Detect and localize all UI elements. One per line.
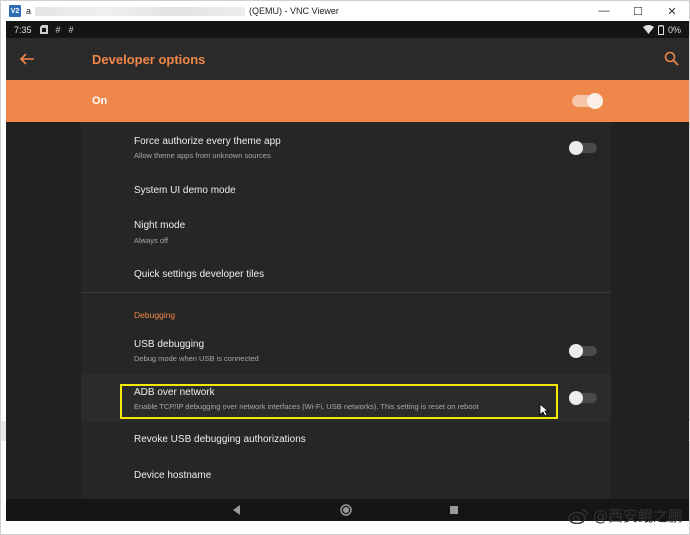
wifi-icon xyxy=(642,25,654,34)
mouse-cursor-icon xyxy=(539,403,549,417)
item-title: System UI demo mode xyxy=(134,185,236,196)
item-subtitle: Allow theme apps from unknown sources xyxy=(134,151,271,160)
list-item-night-mode[interactable]: Night mode Always off xyxy=(81,206,611,250)
battery-icon xyxy=(657,24,664,35)
sd-card-icon xyxy=(39,25,48,34)
minimize-button[interactable]: — xyxy=(587,1,621,21)
list-item-system-ui-demo[interactable]: System UI demo mode xyxy=(81,166,611,206)
window-titlebar: V2 a (QEMU) - VNC Viewer — ☐ ✕ xyxy=(1,1,689,21)
status-time: 7:35 xyxy=(14,24,32,35)
maximize-button[interactable]: ☐ xyxy=(621,1,655,21)
item-title: USB debugging xyxy=(134,339,205,350)
nav-back-icon[interactable] xyxy=(229,502,245,518)
battery-percent: 0% xyxy=(667,24,681,35)
annotation-highlight-box xyxy=(120,384,558,419)
toggle-thumb xyxy=(569,344,583,358)
watermark-text: @西安鲲之鹏 xyxy=(592,507,683,525)
window-title: (QEMU) - VNC Viewer xyxy=(249,6,339,16)
master-switch-bar[interactable]: On xyxy=(6,80,689,122)
app-bar: Developer options xyxy=(6,38,689,80)
list-item-revoke-usb-auth[interactable]: Revoke USB debugging authorizations xyxy=(81,422,611,458)
close-button[interactable]: ✕ xyxy=(655,1,689,21)
window-controls: — ☐ ✕ xyxy=(587,1,689,21)
list-item-device-hostname[interactable]: Device hostname xyxy=(81,458,611,494)
master-toggle[interactable] xyxy=(572,93,603,109)
force-authorize-toggle[interactable] xyxy=(569,141,597,155)
vnc-app-icon: V2 xyxy=(9,5,21,17)
redacted-title-region xyxy=(35,6,246,16)
vnc-viewer-window: V2 a (QEMU) - VNC Viewer — ☐ ✕ 7:35 # # … xyxy=(0,0,690,535)
android-screen: 7:35 # # 0% Developer options On Force a… xyxy=(6,21,689,521)
list-item-usb-debugging[interactable]: USB debugging Debug mode when USB is con… xyxy=(81,328,611,374)
item-subtitle: Always off xyxy=(134,236,169,245)
item-title: Device hostname xyxy=(134,470,212,481)
toggle-thumb xyxy=(569,391,583,405)
window-title-prefix: a xyxy=(26,6,32,16)
item-title: Quick settings developer tiles xyxy=(134,269,265,280)
toggle-thumb xyxy=(587,93,603,109)
nav-recents-icon[interactable] xyxy=(446,502,462,518)
status-bar: 7:35 # # 0% xyxy=(6,21,689,38)
status-right: 0% xyxy=(642,21,681,38)
weibo-logo-icon xyxy=(568,508,588,524)
settings-list: Force authorize every theme app Allow th… xyxy=(81,122,611,521)
back-arrow-icon[interactable] xyxy=(18,50,36,68)
section-divider xyxy=(81,292,611,293)
hash-icon: # xyxy=(68,24,74,35)
usb-debugging-toggle[interactable] xyxy=(569,344,597,358)
toggle-thumb xyxy=(569,141,583,155)
item-title: Revoke USB debugging authorizations xyxy=(134,434,306,445)
master-switch-label: On xyxy=(92,95,108,107)
list-item-quick-settings-tiles[interactable]: Quick settings developer tiles xyxy=(81,250,611,292)
nav-home-icon[interactable] xyxy=(338,502,354,518)
adb-over-network-toggle[interactable] xyxy=(569,391,597,405)
item-title: Night mode xyxy=(134,220,186,231)
item-subtitle: Debug mode when USB is connected xyxy=(134,354,259,363)
search-icon[interactable] xyxy=(663,50,681,68)
item-title: Force authorize every theme app xyxy=(134,136,281,147)
section-header-debugging: Debugging xyxy=(134,310,176,320)
list-item-force-authorize[interactable]: Force authorize every theme app Allow th… xyxy=(81,122,611,166)
page-title: Developer options xyxy=(92,52,206,67)
hash-icon: # xyxy=(55,24,61,35)
watermark: @西安鲲之鹏 xyxy=(567,505,683,526)
